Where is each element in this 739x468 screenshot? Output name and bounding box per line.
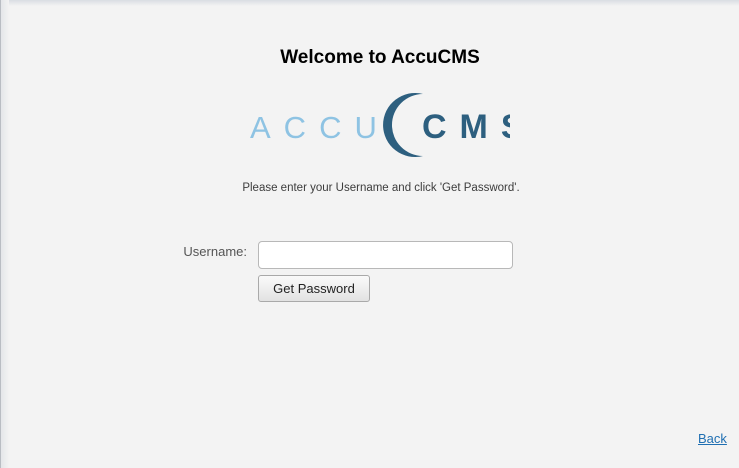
accucms-logo-graphic: ACCU CMS	[250, 93, 510, 157]
login-page: Welcome to AccuCMS ACCU CMS Please enter…	[0, 0, 739, 468]
page-title: Welcome to AccuCMS	[280, 47, 480, 68]
username-label: Username:	[183, 244, 247, 259]
accucms-logo: ACCU CMS	[0, 88, 739, 160]
get-password-button[interactable]: Get Password	[258, 275, 370, 302]
username-input[interactable]	[258, 241, 513, 269]
instructions-text: Please enter your Username and click 'Ge…	[242, 182, 520, 194]
logo-text-accu: ACCU	[250, 110, 390, 145]
back-link[interactable]: Back	[698, 431, 727, 446]
window-top-shadow	[0, 0, 739, 6]
logo-c-mark	[383, 93, 423, 157]
logo-text-cms: CMS	[422, 108, 510, 146]
window-left-edge	[0, 0, 9, 468]
